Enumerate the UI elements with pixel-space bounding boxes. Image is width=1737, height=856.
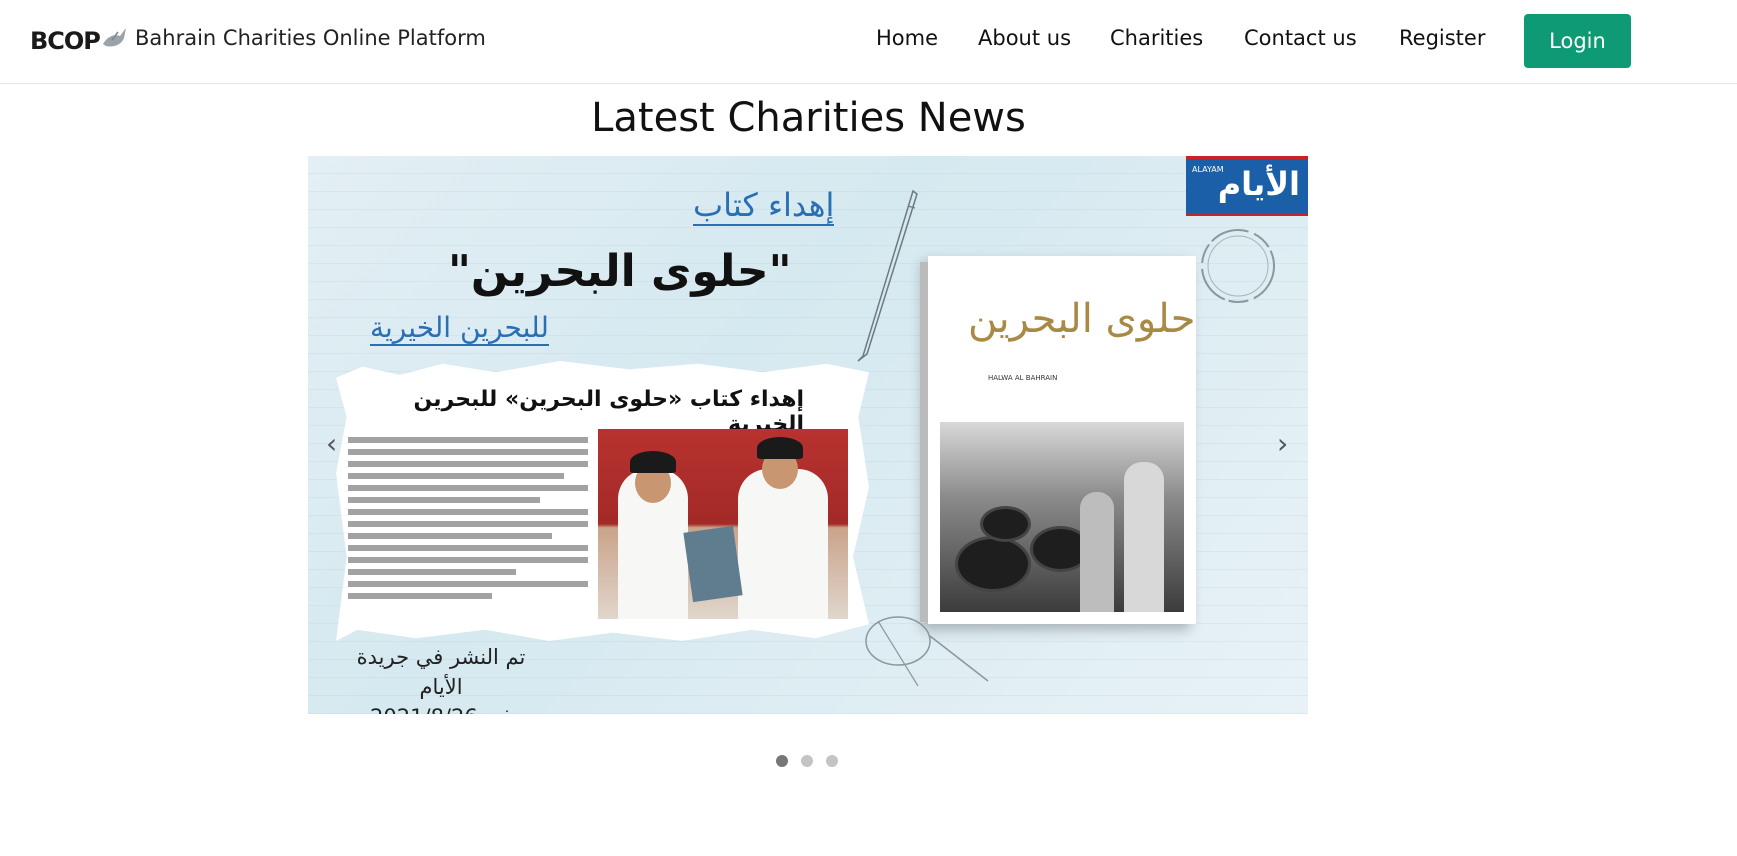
- logo-text: BCOP: [30, 27, 101, 55]
- dove-icon: [100, 24, 130, 58]
- nav-home[interactable]: Home: [876, 26, 938, 50]
- slide-headline-book: "حلوى البحرين": [448, 246, 792, 297]
- publish-note-line1: تم النشر في جريدة الأيام: [356, 645, 526, 699]
- book-cover: حلوى البحرين HALWA AL BAHRAIN: [920, 256, 1196, 624]
- nav-about-us[interactable]: About us: [978, 26, 1071, 50]
- carousel-next-button[interactable]: ›: [1271, 426, 1294, 461]
- login-button[interactable]: Login: [1524, 14, 1631, 68]
- carousel-indicators: [776, 755, 838, 767]
- pencil-sketch-icon: [857, 189, 918, 362]
- newspaper-logo: ALAYAM الأيام: [1186, 156, 1308, 216]
- page-title: Latest Charities News: [591, 95, 1026, 141]
- nav-charities[interactable]: Charities: [1110, 26, 1203, 50]
- carousel-indicator-2[interactable]: [801, 755, 813, 767]
- news-carousel: ALAYAM الأيام إهداء كتاب "حلوى البحرين" …: [308, 156, 1308, 714]
- glasses-sketch-icon: [865, 616, 989, 687]
- logo[interactable]: BCOP: [30, 24, 130, 58]
- nav-register[interactable]: Register: [1399, 26, 1485, 50]
- clipping-photo: [598, 429, 848, 619]
- nav-contact-us[interactable]: Contact us: [1244, 26, 1357, 50]
- slide-headline-charity: للبحرين الخيرية: [370, 311, 549, 346]
- publish-note-line2: في 2021/8/26: [336, 702, 546, 714]
- newspaper-clipping: إهداء كتاب «حلوى البحرين» للبحرين الخيري…: [336, 361, 869, 641]
- newspaper-logo-arabic: الأيام: [1217, 165, 1300, 203]
- coffee-stain-icon: [1201, 229, 1275, 303]
- slide-headline-gift: إهداء كتاب: [693, 186, 835, 226]
- carousel-indicator-1[interactable]: [776, 755, 788, 767]
- navbar: BCOP Bahrain Charities Online Platform H…: [0, 0, 1737, 84]
- book-photo: [940, 422, 1184, 612]
- brand-name: Bahrain Charities Online Platform: [135, 26, 486, 50]
- carousel-slide[interactable]: ALAYAM الأيام إهداء كتاب "حلوى البحرين" …: [308, 156, 1308, 714]
- publish-note: تم النشر في جريدة الأيام في 2021/8/26: [336, 642, 546, 714]
- clipping-text: [348, 431, 588, 605]
- carousel-indicator-3[interactable]: [826, 755, 838, 767]
- book-subtitle: HALWA AL BAHRAIN: [988, 374, 1058, 382]
- carousel-prev-button[interactable]: ‹: [320, 426, 343, 461]
- book-title: حلوى البحرين: [968, 296, 1196, 342]
